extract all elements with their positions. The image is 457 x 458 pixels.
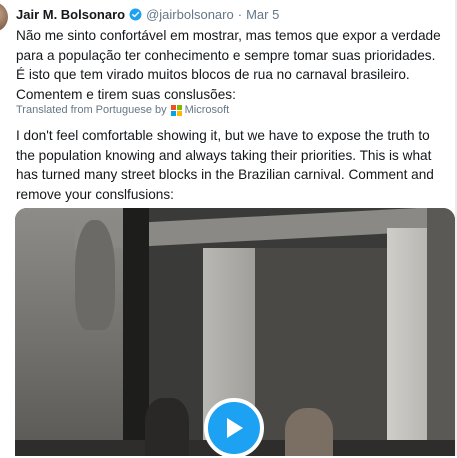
translation-attribution: Translated from Portuguese by Microsoft	[16, 104, 229, 116]
verified-badge-icon	[129, 8, 142, 21]
microsoft-logo-icon	[170, 104, 182, 116]
video-scene-figure	[145, 398, 189, 456]
tweet-header: Jair M. Bolsonaro @jairbolsonaro · Mar 5	[16, 7, 279, 22]
separator-dot: ·	[237, 7, 243, 22]
translated-label: Translated from Portuguese by	[16, 104, 167, 116]
play-button[interactable]	[204, 398, 264, 458]
video-scene-figure	[285, 408, 333, 456]
tweet-date[interactable]: Mar 5	[246, 7, 279, 22]
play-icon	[227, 418, 243, 438]
video-scene-edge	[427, 208, 455, 456]
tweet-text: Não me sinto confortável em mostrar, mas…	[16, 28, 441, 102]
translated-text: I don't feel comfortable showing it, but…	[16, 128, 434, 202]
author-handle[interactable]: @jairbolsonaro	[146, 7, 234, 22]
avatar[interactable]	[0, 2, 8, 32]
translator-name: Microsoft	[184, 104, 230, 116]
video-scene-figure	[75, 220, 115, 330]
author-name[interactable]: Jair M. Bolsonaro	[16, 7, 125, 22]
video-scene-pillar	[387, 228, 427, 456]
